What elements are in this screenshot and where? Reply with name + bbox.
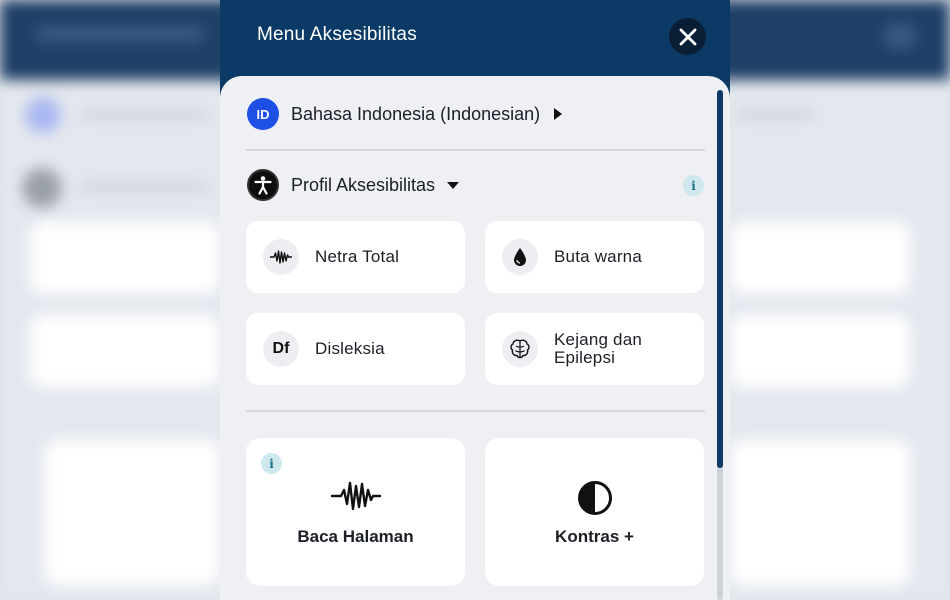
- divider: [246, 410, 705, 412]
- profile-card-kejang-epilepsi[interactable]: Kejang dan Epilepsi: [485, 313, 704, 385]
- background-card: [730, 440, 910, 585]
- accessibility-menu-panel: Menu Aksesibilitas ID Bahasa Indonesia (…: [220, 0, 730, 600]
- background-header-button: [885, 24, 915, 48]
- brain-icon: [502, 331, 538, 367]
- accessibility-person-icon: [247, 169, 279, 201]
- card-label-line1: Kejang dan: [554, 330, 643, 349]
- panel-title: Menu Aksesibilitas: [257, 24, 417, 45]
- sound-wave-icon: [263, 239, 299, 275]
- background-title: [35, 26, 205, 42]
- background-card: [45, 440, 220, 585]
- tool-card-kontras[interactable]: Kontras +: [485, 438, 704, 586]
- background-icon: [22, 168, 62, 208]
- background-card: [30, 222, 220, 294]
- background-card: [730, 222, 910, 294]
- language-selector[interactable]: ID Bahasa Indonesia (Indonesian): [247, 98, 563, 130]
- background-card: [30, 315, 220, 387]
- divider: [246, 149, 705, 151]
- background-line: [80, 110, 210, 120]
- water-drop-icon: [502, 239, 538, 275]
- panel-content: ID Bahasa Indonesia (Indonesian) Profil …: [220, 76, 730, 600]
- profile-card-buta-warna[interactable]: Buta warna: [485, 221, 704, 293]
- language-code-badge: ID: [247, 98, 279, 130]
- card-label: Disleksia: [315, 339, 385, 358]
- background-avatar: [25, 97, 61, 133]
- sound-wave-icon: [246, 480, 465, 512]
- profile-info-icon[interactable]: i: [683, 175, 704, 196]
- background-line: [735, 110, 815, 120]
- contrast-icon: [485, 480, 704, 516]
- card-label-line2: Epilepsi: [554, 348, 616, 367]
- profile-card-netra-total[interactable]: Netra Total: [246, 221, 465, 293]
- card-label: Buta warna: [554, 247, 642, 266]
- language-label: Bahasa Indonesia (Indonesian): [291, 103, 541, 124]
- tool-info-icon[interactable]: i: [261, 453, 282, 474]
- background-card: [730, 315, 910, 387]
- background-line: [80, 182, 210, 192]
- profile-label: Profil Aksesibilitas: [291, 174, 436, 195]
- scrollbar-thumb[interactable]: [717, 90, 723, 468]
- caret-right-icon: [554, 108, 563, 120]
- close-button[interactable]: [669, 18, 706, 55]
- tool-card-baca-halaman[interactable]: i Baca Halaman: [246, 438, 465, 586]
- accessibility-profile-toggle[interactable]: Profil Aksesibilitas: [247, 169, 460, 201]
- tool-label: Baca Halaman: [297, 527, 414, 546]
- card-label: Kejang dan Epilepsi: [554, 331, 642, 367]
- close-icon: [679, 28, 696, 45]
- dyslexia-icon: Df: [263, 331, 299, 367]
- tool-label: Kontras +: [555, 527, 634, 546]
- caret-down-icon: [447, 181, 460, 189]
- profile-card-disleksia[interactable]: Df Disleksia: [246, 313, 465, 385]
- card-label: Netra Total: [315, 247, 400, 266]
